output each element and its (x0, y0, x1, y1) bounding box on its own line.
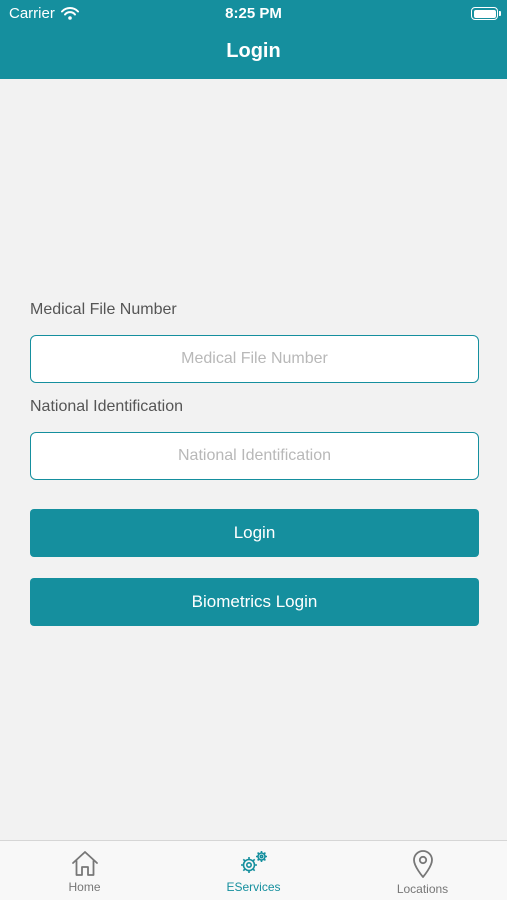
national-identification-label: National Identification (30, 398, 183, 415)
tab-eservices-label: EServices (226, 880, 281, 894)
tab-locations[interactable]: Locations (338, 841, 507, 900)
app-header: Carrier 8:25 PM Login (0, 0, 507, 79)
location-pin-icon (412, 850, 433, 878)
medical-file-number-input[interactable] (30, 335, 479, 383)
status-time: 8:25 PM (225, 5, 282, 22)
national-identification-input[interactable] (30, 432, 479, 480)
login-button[interactable]: Login (30, 509, 479, 557)
page-title: Login (226, 40, 281, 62)
gears-icon (240, 851, 267, 873)
tab-bar: Home EServices Locations (0, 840, 507, 900)
tab-locations-label: Locations (396, 882, 449, 896)
battery-icon (471, 7, 501, 20)
tab-eservices[interactable]: EServices (169, 841, 338, 900)
status-bar: Carrier 8:25 PM (0, 0, 507, 28)
tab-home[interactable]: Home (0, 841, 169, 900)
home-icon (71, 851, 98, 876)
medical-file-number-label: Medical File Number (30, 301, 177, 318)
biometrics-login-button[interactable]: Biometrics Login (30, 578, 479, 626)
tab-home-label: Home (68, 880, 101, 894)
